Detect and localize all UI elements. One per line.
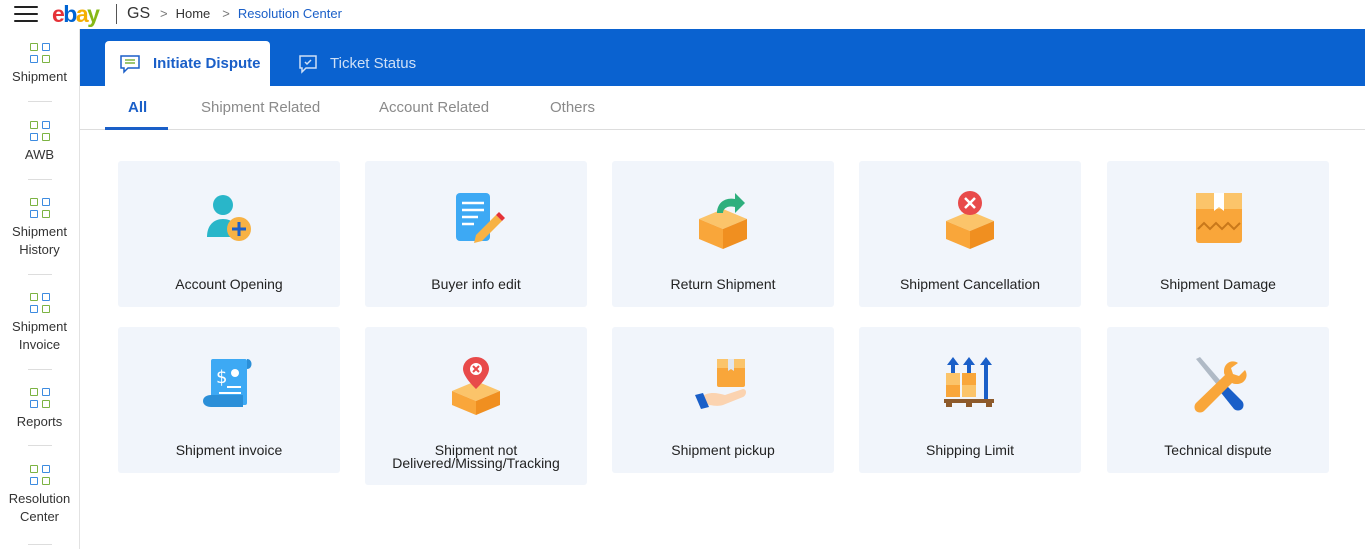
chat-list-icon xyxy=(120,54,140,74)
card-title: Account Opening xyxy=(175,276,283,292)
card-title: Shipment Cancellation xyxy=(899,276,1041,292)
card-shipment-damage[interactable]: Shipment Damage xyxy=(1107,161,1329,307)
card-title: Technical dispute xyxy=(1164,442,1272,458)
sidebar-item-label: Shipment Invoice xyxy=(12,319,67,352)
divider xyxy=(28,544,52,545)
card-title: Shipment Damage xyxy=(1160,276,1276,292)
grid-icon xyxy=(29,43,50,63)
card-title: Shipment pickup xyxy=(671,442,775,458)
divider xyxy=(28,445,52,446)
tab-all[interactable]: All xyxy=(128,99,147,116)
sidebar-item-label: Shipment History xyxy=(12,224,67,257)
card-title: Shipping Limit xyxy=(926,442,1014,458)
top-bar: ebay GS > Home > Resolution Center xyxy=(0,0,1365,29)
card-title: Return Shipment xyxy=(670,276,776,292)
tab-shipment-related[interactable]: Shipment Related xyxy=(201,99,320,116)
grid-icon xyxy=(29,465,50,485)
sidebar-item-shipment[interactable]: Shipment xyxy=(0,43,79,86)
sidebar-item-label: Reports xyxy=(16,414,63,429)
ebay-logo[interactable]: ebay xyxy=(52,1,100,28)
missing-box-icon xyxy=(452,357,500,415)
divider xyxy=(28,179,52,180)
card-title-line2: Delivered/Missing/Tracking xyxy=(392,455,560,471)
divider xyxy=(28,274,52,275)
breadcrumb-current[interactable]: Resolution Center xyxy=(238,6,342,21)
edit-document-icon xyxy=(456,193,505,243)
card-title: Buyer info edit xyxy=(431,276,521,292)
sidebar-item-label: Resolution Center xyxy=(8,491,71,524)
sidebar-item-shipment-invoice[interactable]: Shipment Invoice xyxy=(0,293,79,354)
sidebar-item-shipment-history[interactable]: Shipment History xyxy=(0,198,79,259)
tab-label: Initiate Dispute xyxy=(153,55,261,72)
divider xyxy=(28,101,52,102)
active-tab-indicator xyxy=(105,127,168,130)
sidebar-item-label: AWB xyxy=(24,147,55,162)
cancel-box-icon xyxy=(946,191,994,249)
svg-text:$: $ xyxy=(216,367,227,388)
tab-initiate-dispute[interactable]: Initiate Dispute xyxy=(105,41,270,86)
chevron-right-icon: > xyxy=(160,6,168,21)
breadcrumb-home[interactable]: Home xyxy=(176,6,211,21)
sidebar-item-resolution-center[interactable]: Resolution Center xyxy=(0,465,79,526)
category-tabs: All Shipment Related Account Related Oth… xyxy=(80,86,1365,130)
pickup-hand-icon xyxy=(695,359,746,409)
return-box-icon xyxy=(699,193,747,249)
tab-label: Ticket Status xyxy=(330,55,417,72)
sidebar-item-label: Shipment xyxy=(12,69,67,84)
tab-ticket-status[interactable]: Ticket Status xyxy=(298,41,416,86)
sidebar: Shipment AWB Shipment History Shipment I… xyxy=(0,29,80,549)
card-title: Shipment invoice xyxy=(175,442,283,458)
divider xyxy=(116,4,117,24)
grid-icon xyxy=(29,293,50,313)
damaged-box-icon xyxy=(1196,193,1242,243)
card-shipment-not-delivered[interactable]: Shipment not Delivered/Missing/Tracking xyxy=(365,327,587,485)
card-account-opening[interactable]: Account Opening xyxy=(118,161,340,307)
chevron-right-icon: > xyxy=(222,6,230,21)
grid-icon xyxy=(29,121,50,141)
workspace-label: GS xyxy=(127,5,151,22)
sidebar-item-awb[interactable]: AWB xyxy=(0,121,79,164)
tools-icon xyxy=(1194,357,1247,413)
card-shipment-cancellation[interactable]: Shipment Cancellation xyxy=(859,161,1081,307)
card-buyer-info-edit[interactable]: Buyer info edit xyxy=(365,161,587,307)
breadcrumb: > Home > Resolution Center xyxy=(160,6,342,21)
divider xyxy=(28,369,52,370)
shipping-limit-icon xyxy=(944,357,994,407)
card-technical-dispute[interactable]: Technical dispute xyxy=(1107,327,1329,473)
add-user-icon xyxy=(207,195,251,241)
grid-icon xyxy=(29,198,50,218)
card-shipment-invoice[interactable]: $ Shipment invoice xyxy=(118,327,340,473)
card-shipment-pickup[interactable]: Shipment pickup xyxy=(612,327,834,473)
card-shipping-limit[interactable]: Shipping Limit xyxy=(859,327,1081,473)
main-header: Initiate Dispute Ticket Status xyxy=(80,29,1365,86)
tab-others[interactable]: Others xyxy=(550,99,595,116)
tab-account-related[interactable]: Account Related xyxy=(379,99,489,116)
grid-icon xyxy=(29,388,50,408)
sidebar-item-reports[interactable]: Reports xyxy=(0,388,79,431)
hamburger-menu-icon[interactable] xyxy=(14,6,38,24)
card-return-shipment[interactable]: Return Shipment xyxy=(612,161,834,307)
invoice-icon: $ xyxy=(203,359,252,407)
chat-check-icon xyxy=(299,54,317,74)
